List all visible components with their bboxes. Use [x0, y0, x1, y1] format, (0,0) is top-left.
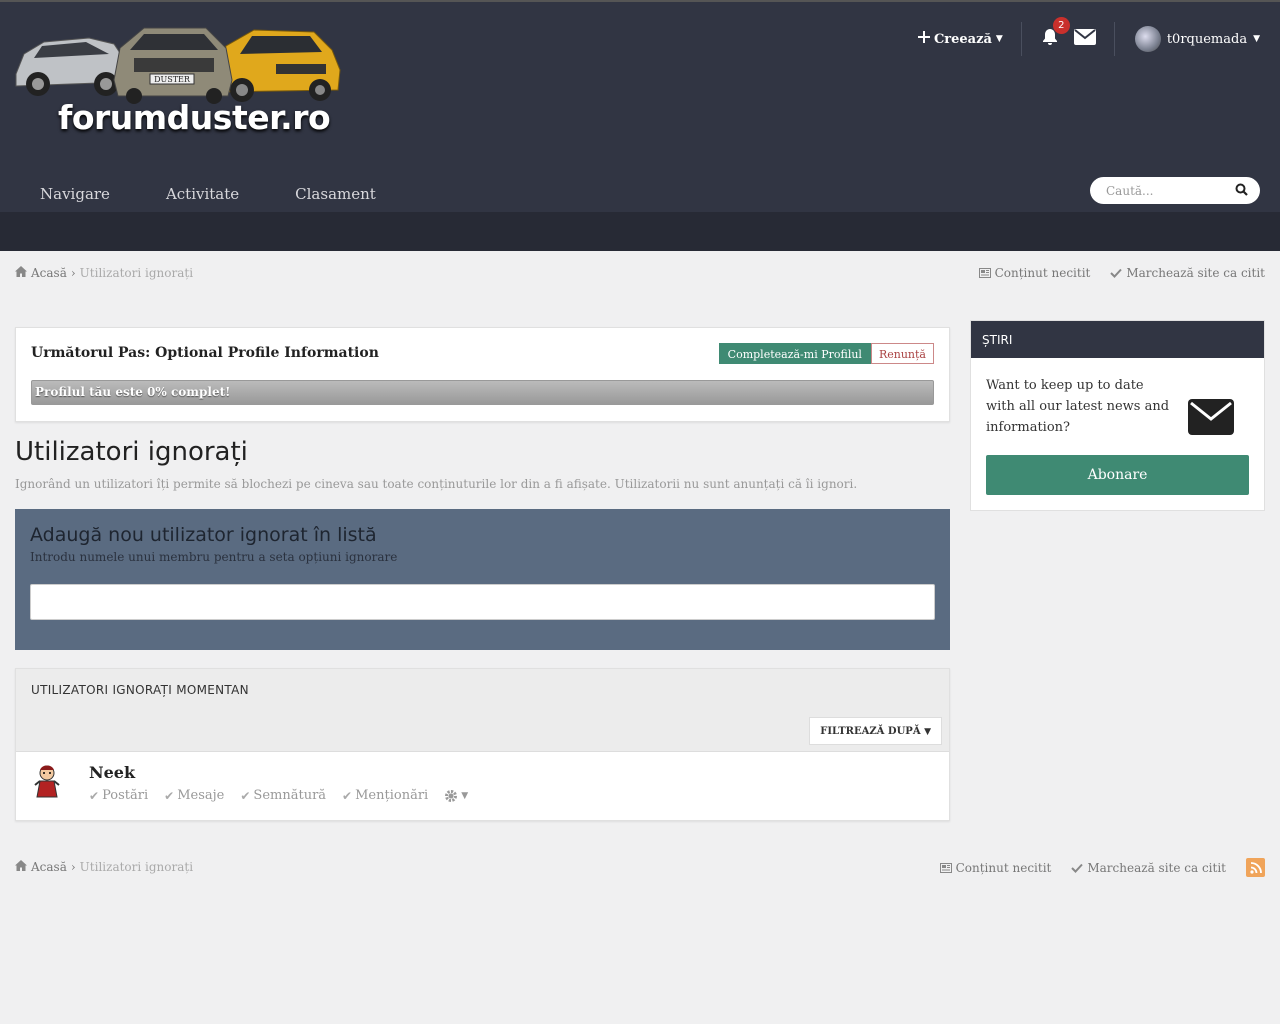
ignored-users-title: UTILIZATORI IGNORAȚI MOMENTAN [31, 683, 249, 697]
breadcrumb-current: Utilizatori ignorați [79, 266, 194, 280]
messages-button[interactable] [1073, 29, 1096, 49]
site-header: DUSTER forumduster.ro Creează ▼ 2 t0rque… [0, 0, 1280, 212]
svg-text:DUSTER: DUSTER [154, 75, 191, 84]
unread-label: Conținut necitit [955, 860, 1052, 875]
check-icon: ✔ [240, 788, 251, 803]
ignored-users-card: UTILIZATORI IGNORAȚI MOMENTAN FILTREAZĂ … [15, 668, 950, 821]
main-nav: Navigare Activitate Clasament [12, 174, 404, 214]
ignore-option-signature[interactable]: ✔ Semnătură [240, 788, 326, 803]
rss-icon[interactable] [1246, 858, 1265, 877]
profile-step-title: Următorul Pas: Optional Profile Informat… [31, 345, 379, 361]
avatar [1134, 26, 1161, 52]
username: t0rquemada [1166, 31, 1248, 47]
chevron-right-icon: › [70, 860, 76, 874]
profile-completion-card: Următorul Pas: Optional Profile Informat… [15, 327, 950, 422]
add-ignored-subtitle: Introdu numele unui membru pentru a seta… [30, 550, 398, 564]
subscribe-button[interactable]: Abonare [986, 455, 1249, 495]
notification-badge: 2 [1052, 17, 1070, 34]
profile-actions: Completează-mi Profilul Renunță [718, 343, 934, 364]
nav-item-activitate[interactable]: Activitate [138, 174, 267, 214]
caret-down-icon: ▼ [924, 727, 931, 737]
divider [1020, 22, 1022, 56]
home-icon [15, 860, 27, 874]
caret-down-icon: ▼ [1253, 34, 1260, 44]
ignore-options: ✔ Postări ✔ Mesaje ✔ Semnătură ✔ Menționări … [89, 788, 468, 803]
breadcrumb-footer: Acasă › Utilizatori ignorați [15, 860, 193, 874]
add-ignored-title: Adaugă nou utilizator ignorat în listă [30, 524, 377, 546]
member-avatar[interactable] [31, 763, 63, 803]
add-ignored-user-panel: Adaugă nou utilizator ignorat în listă I… [15, 509, 950, 650]
search-box [1090, 177, 1260, 204]
plus-icon [917, 31, 930, 47]
home-icon [15, 266, 27, 280]
check-icon [1071, 863, 1084, 873]
breadcrumb: Acasă › Utilizatori ignorați [15, 266, 193, 280]
breadcrumb-home[interactable]: Acasă [31, 266, 67, 280]
envelope-icon [1188, 399, 1234, 439]
member-info: Neek ✔ Postări ✔ Mesaje ✔ Semnătură ✔ Mențio… [89, 763, 468, 803]
member-name[interactable]: Neek [89, 763, 468, 782]
ignored-users-header: UTILIZATORI IGNORAȚI MOMENTAN FILTREAZĂ … [16, 669, 949, 752]
breadcrumb-current: Utilizatori ignorați [79, 860, 194, 874]
caret-down-icon: ▼ [461, 790, 469, 801]
filter-label: FILTREAZĂ DUPĂ [820, 726, 921, 737]
progress-text: Profilul tău este 0% complet! [35, 385, 231, 399]
create-label: Creează [933, 31, 992, 47]
unread-content-link[interactable]: Conținut necitit [978, 266, 1091, 280]
complete-profile-button[interactable]: Completează-mi Profilul [718, 343, 871, 364]
mark-read-label: Marchează site ca citit [1087, 860, 1226, 875]
search-icon[interactable] [1235, 181, 1248, 200]
breadcrumb-home[interactable]: Acasă [31, 860, 67, 874]
site-logo[interactable]: DUSTER forumduster.ro [14, 14, 344, 139]
chevron-right-icon: › [70, 266, 76, 280]
mark-read-link[interactable]: Marchează site ca citit [1071, 861, 1226, 875]
member-name-input[interactable] [30, 584, 935, 620]
newspaper-icon [978, 268, 991, 278]
news-widget: ȘTIRI Want to keep up to date with all o… [970, 320, 1265, 511]
breadcrumb-footer-actions: Conținut necitit Marchează site ca citit [939, 858, 1265, 877]
check-icon: ✔ [89, 788, 100, 803]
envelope-icon [1073, 29, 1096, 49]
profile-progress-bar: Profilul tău este 0% complet! [31, 380, 934, 405]
news-widget-text: Want to keep up to date with all our lat… [986, 378, 1170, 435]
news-widget-title: ȘTIRI [971, 321, 1264, 358]
create-menu[interactable]: Creează ▼ [917, 31, 1021, 47]
breadcrumb-actions: Conținut necitit Marchează site ca citit [978, 266, 1265, 280]
sub-nav-bar [0, 212, 1280, 251]
nav-item-navigare[interactable]: Navigare [12, 174, 138, 214]
option-label: Mesaje [177, 788, 225, 803]
option-label: Postări [102, 788, 149, 803]
check-icon: ✔ [164, 788, 175, 803]
mark-read-link[interactable]: Marchează site ca citit [1110, 266, 1265, 280]
divider [1113, 22, 1115, 56]
search-input[interactable] [1106, 183, 1216, 198]
bell-icon [1040, 29, 1060, 51]
ignore-option-posts[interactable]: ✔ Postări [89, 788, 148, 803]
unread-label: Conținut necitit [994, 266, 1091, 280]
dismiss-button[interactable]: Renunță [870, 343, 934, 364]
ignore-option-mentions[interactable]: ✔ Menționări [342, 788, 428, 803]
filter-button[interactable]: FILTREAZĂ DUPĂ ▼ [809, 717, 942, 745]
option-label: Menționări [355, 788, 429, 803]
page-description: Ignorând un utilizatori îți permite să b… [15, 477, 858, 491]
site-name: forumduster.ro [58, 98, 331, 137]
gear-icon [444, 789, 458, 803]
check-icon: ✔ [342, 788, 353, 803]
caret-down-icon: ▼ [995, 34, 1003, 44]
mark-read-label: Marchează site ca citit [1126, 266, 1265, 280]
cars-logo-graphic: DUSTER [15, 27, 341, 104]
newspaper-icon [939, 862, 952, 873]
notifications-button[interactable]: 2 [1040, 17, 1070, 51]
option-label: Semnătură [253, 788, 327, 803]
list-item: Neek ✔ Postări ✔ Mesaje ✔ Semnătură ✔ Mențio… [31, 763, 468, 803]
settings-dropdown[interactable]: ▼ [444, 789, 468, 803]
ignore-option-messages[interactable]: ✔ Mesaje [164, 788, 224, 803]
nav-item-clasament[interactable]: Clasament [267, 174, 404, 214]
unread-content-link[interactable]: Conținut necitit [939, 860, 1052, 875]
check-icon [1110, 268, 1123, 278]
user-menu[interactable]: t0rquemada ▼ [1134, 26, 1260, 52]
user-bar: Creează ▼ 2 t0rquemada ▼ [917, 17, 1260, 58]
page-title: Utilizatori ignorați [15, 437, 248, 467]
